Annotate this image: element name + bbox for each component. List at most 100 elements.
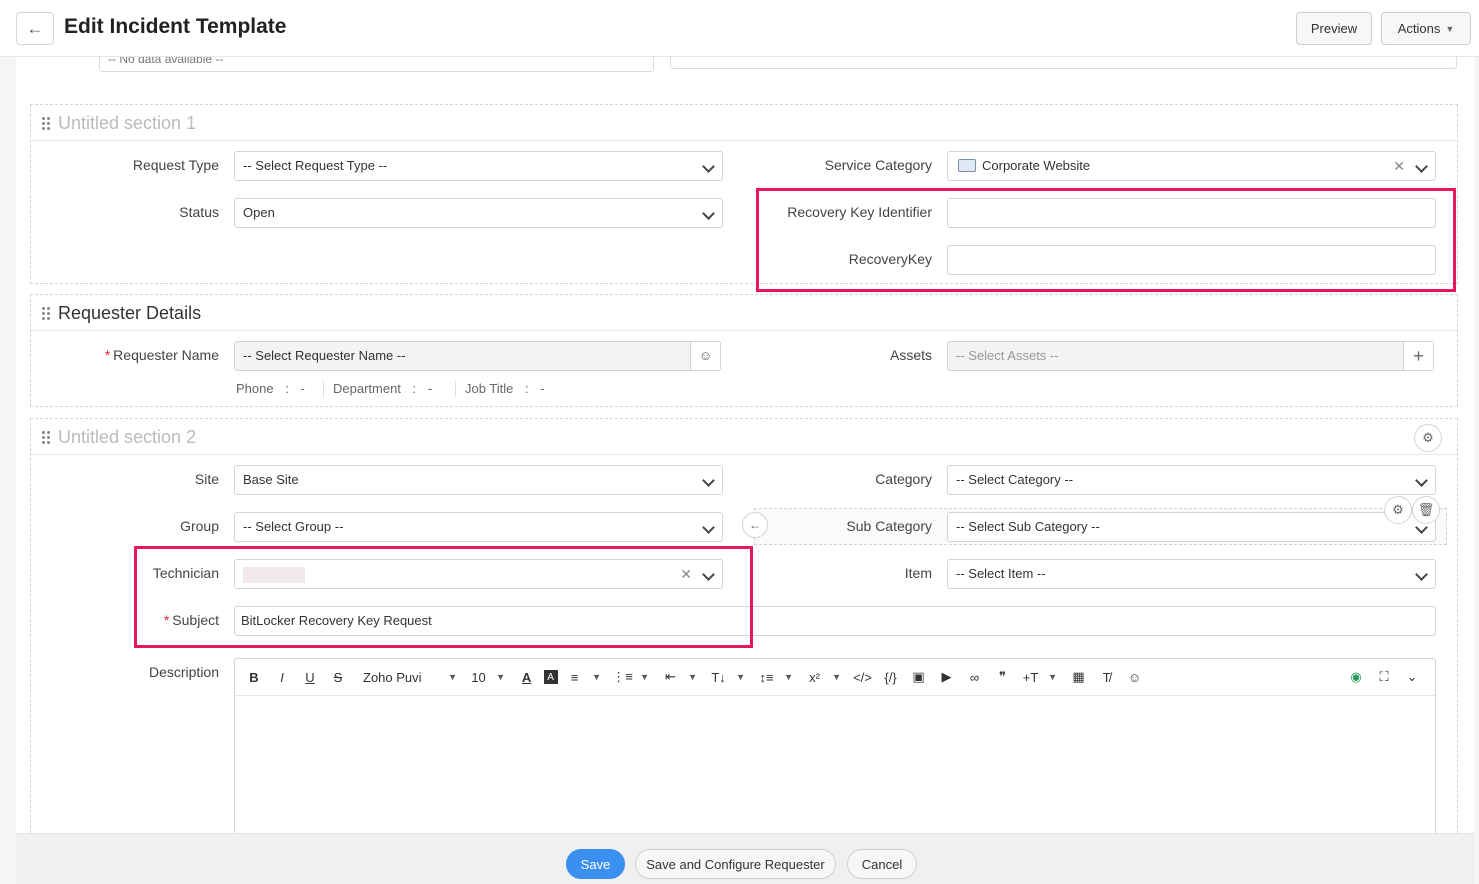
save-button[interactable]: Save xyxy=(566,849,625,879)
line-height-icon[interactable]: ↕≡ xyxy=(756,666,778,688)
user-mention-icon[interactable]: ◉ xyxy=(1345,666,1367,688)
chevron-down-icon: ▼ xyxy=(1445,23,1455,34)
font-family-select[interactable]: Zoho Puvi xyxy=(363,666,422,688)
chevron-down-icon[interactable]: ▼ xyxy=(736,666,746,688)
service-category-value: Corporate Website xyxy=(982,158,1091,173)
link-icon[interactable]: ∞ xyxy=(964,666,986,688)
font-size-select[interactable]: 10 xyxy=(468,666,490,688)
drag-handle-icon[interactable] xyxy=(42,307,51,320)
status-value: Open xyxy=(243,205,275,220)
drag-handle-icon[interactable] xyxy=(42,117,51,130)
separator: : xyxy=(412,381,417,396)
separator: : xyxy=(285,381,289,396)
status-select[interactable]: Open xyxy=(234,198,723,228)
category-value: -- Select Category -- xyxy=(956,472,1074,487)
group-select[interactable]: -- Select Group -- xyxy=(234,512,723,542)
list-icon[interactable]: ⋮≡ xyxy=(612,666,634,688)
chevron-down-icon[interactable]: ▼ xyxy=(784,666,794,688)
section-header: Requester Details xyxy=(31,295,1457,331)
quote-icon[interactable]: ❞ xyxy=(992,666,1014,688)
chevron-down-icon xyxy=(704,209,713,218)
form-footer: Save Save and Configure Requester Cancel xyxy=(16,833,1474,884)
arrow-left-icon: ← xyxy=(26,18,44,38)
bold-icon[interactable]: B xyxy=(243,666,265,688)
site-select[interactable]: Base Site xyxy=(234,465,723,495)
underline-icon[interactable]: U xyxy=(299,666,321,688)
no-data-field[interactable]: -- No data available -- xyxy=(99,57,654,72)
chevron-down-icon[interactable]: ▼ xyxy=(832,666,842,688)
preview-button[interactable]: Preview xyxy=(1296,12,1372,45)
text-direction-icon[interactable]: T↓ xyxy=(708,666,730,688)
page-title: Edit Incident Template xyxy=(64,15,287,38)
code-block-icon[interactable]: {/} xyxy=(880,666,902,688)
code-icon[interactable]: </> xyxy=(852,666,874,688)
category-select[interactable]: -- Select Category -- xyxy=(947,465,1436,495)
superscript-icon[interactable]: x² xyxy=(804,666,826,688)
actions-button[interactable]: Actions ▼ xyxy=(1381,12,1471,45)
chevron-down-icon[interactable]: ▼ xyxy=(592,666,602,688)
required-marker: * xyxy=(104,347,111,363)
request-type-select[interactable]: -- Select Request Type -- xyxy=(234,151,723,181)
chevron-down-icon xyxy=(704,162,713,171)
save-and-configure-button[interactable]: Save and Configure Requester xyxy=(635,849,836,879)
indent-icon[interactable]: ⇤ xyxy=(660,666,682,688)
italic-icon[interactable]: I xyxy=(271,666,293,688)
item-label: Item xyxy=(904,565,932,581)
gear-icon[interactable]: ⚙ xyxy=(1414,424,1442,452)
job-title-value: - xyxy=(540,381,545,396)
group-value: -- Select Group -- xyxy=(243,519,344,534)
item-value: -- Select Item -- xyxy=(956,566,1046,581)
video-icon[interactable]: ▶ xyxy=(936,666,958,688)
add-user-icon[interactable]: ☺ xyxy=(690,342,720,370)
strikethrough-icon[interactable]: S xyxy=(327,666,349,688)
sub-category-select[interactable]: -- Select Sub Category -- xyxy=(947,512,1436,542)
sub-category-label: Sub Category xyxy=(846,518,932,534)
job-title-label: Job Title xyxy=(465,381,514,396)
image-icon[interactable]: ▣ xyxy=(908,666,930,688)
clear-icon[interactable]: ✕ xyxy=(1393,152,1405,180)
text-color-icon[interactable]: A xyxy=(516,666,538,688)
chevron-down-icon[interactable]: ▼ xyxy=(448,666,458,688)
description-editor[interactable]: B I U S Zoho Puvi ▼ 10 ▼ A A ≡ ▼ ⋮≡ ▼ ⇤ … xyxy=(234,658,1436,833)
phone-label: Phone xyxy=(236,381,274,396)
divider xyxy=(455,381,456,397)
requester-name-label-text: Requester Name xyxy=(113,347,219,363)
insert-icon[interactable]: +T xyxy=(1020,666,1042,688)
emoji-icon[interactable]: ☺ xyxy=(1124,666,1146,688)
requester-name-value: -- Select Requester Name -- xyxy=(243,348,406,363)
top-right-field[interactable] xyxy=(670,57,1457,69)
assets-select[interactable]: -- Select Assets -- + xyxy=(947,341,1434,371)
clear-format-icon[interactable]: T̸ xyxy=(1096,666,1118,688)
back-button[interactable]: ← xyxy=(16,12,54,45)
requester-name-label: * Requester Name xyxy=(56,347,219,363)
chevron-down-icon xyxy=(704,523,713,532)
cancel-button[interactable]: Cancel xyxy=(847,849,917,879)
table-icon[interactable]: ▦ xyxy=(1068,666,1090,688)
chevron-down-icon[interactable]: ▼ xyxy=(496,666,506,688)
align-left-icon[interactable]: ≡ xyxy=(564,666,586,688)
service-category-select[interactable]: Corporate Website ✕ xyxy=(947,151,1436,181)
trash-icon[interactable]: 🗑 xyxy=(1412,496,1440,524)
chevron-down-icon xyxy=(1417,476,1426,485)
monitor-icon xyxy=(958,159,976,172)
highlight-color-icon[interactable]: A xyxy=(543,670,558,684)
chevron-down-icon[interactable]: ▼ xyxy=(688,666,698,688)
chevron-down-icon[interactable]: ⌄ xyxy=(1401,666,1423,688)
item-select[interactable]: -- Select Item -- xyxy=(947,559,1436,589)
form-content[interactable]: -- No data available -- Untitled section… xyxy=(16,57,1474,833)
service-category-label: Service Category xyxy=(824,157,932,173)
sub-category-value: -- Select Sub Category -- xyxy=(956,519,1100,534)
plus-icon[interactable]: + xyxy=(1403,342,1433,370)
requester-name-select[interactable]: -- Select Requester Name -- ☺ xyxy=(234,341,721,371)
fullscreen-icon[interactable]: ⛶ xyxy=(1373,666,1395,688)
section-title: Requester Details xyxy=(58,303,202,323)
site-value: Base Site xyxy=(243,472,299,487)
chevron-down-icon[interactable]: ▼ xyxy=(1048,666,1058,688)
chevron-down-icon[interactable]: ▼ xyxy=(640,666,650,688)
department-value: - xyxy=(427,381,433,396)
chevron-down-icon xyxy=(704,476,713,485)
drag-handle-icon[interactable] xyxy=(42,431,51,444)
gear-icon[interactable]: ⚙ xyxy=(1384,496,1412,524)
description-label: Description xyxy=(148,664,219,680)
chevron-down-icon xyxy=(1417,523,1426,532)
